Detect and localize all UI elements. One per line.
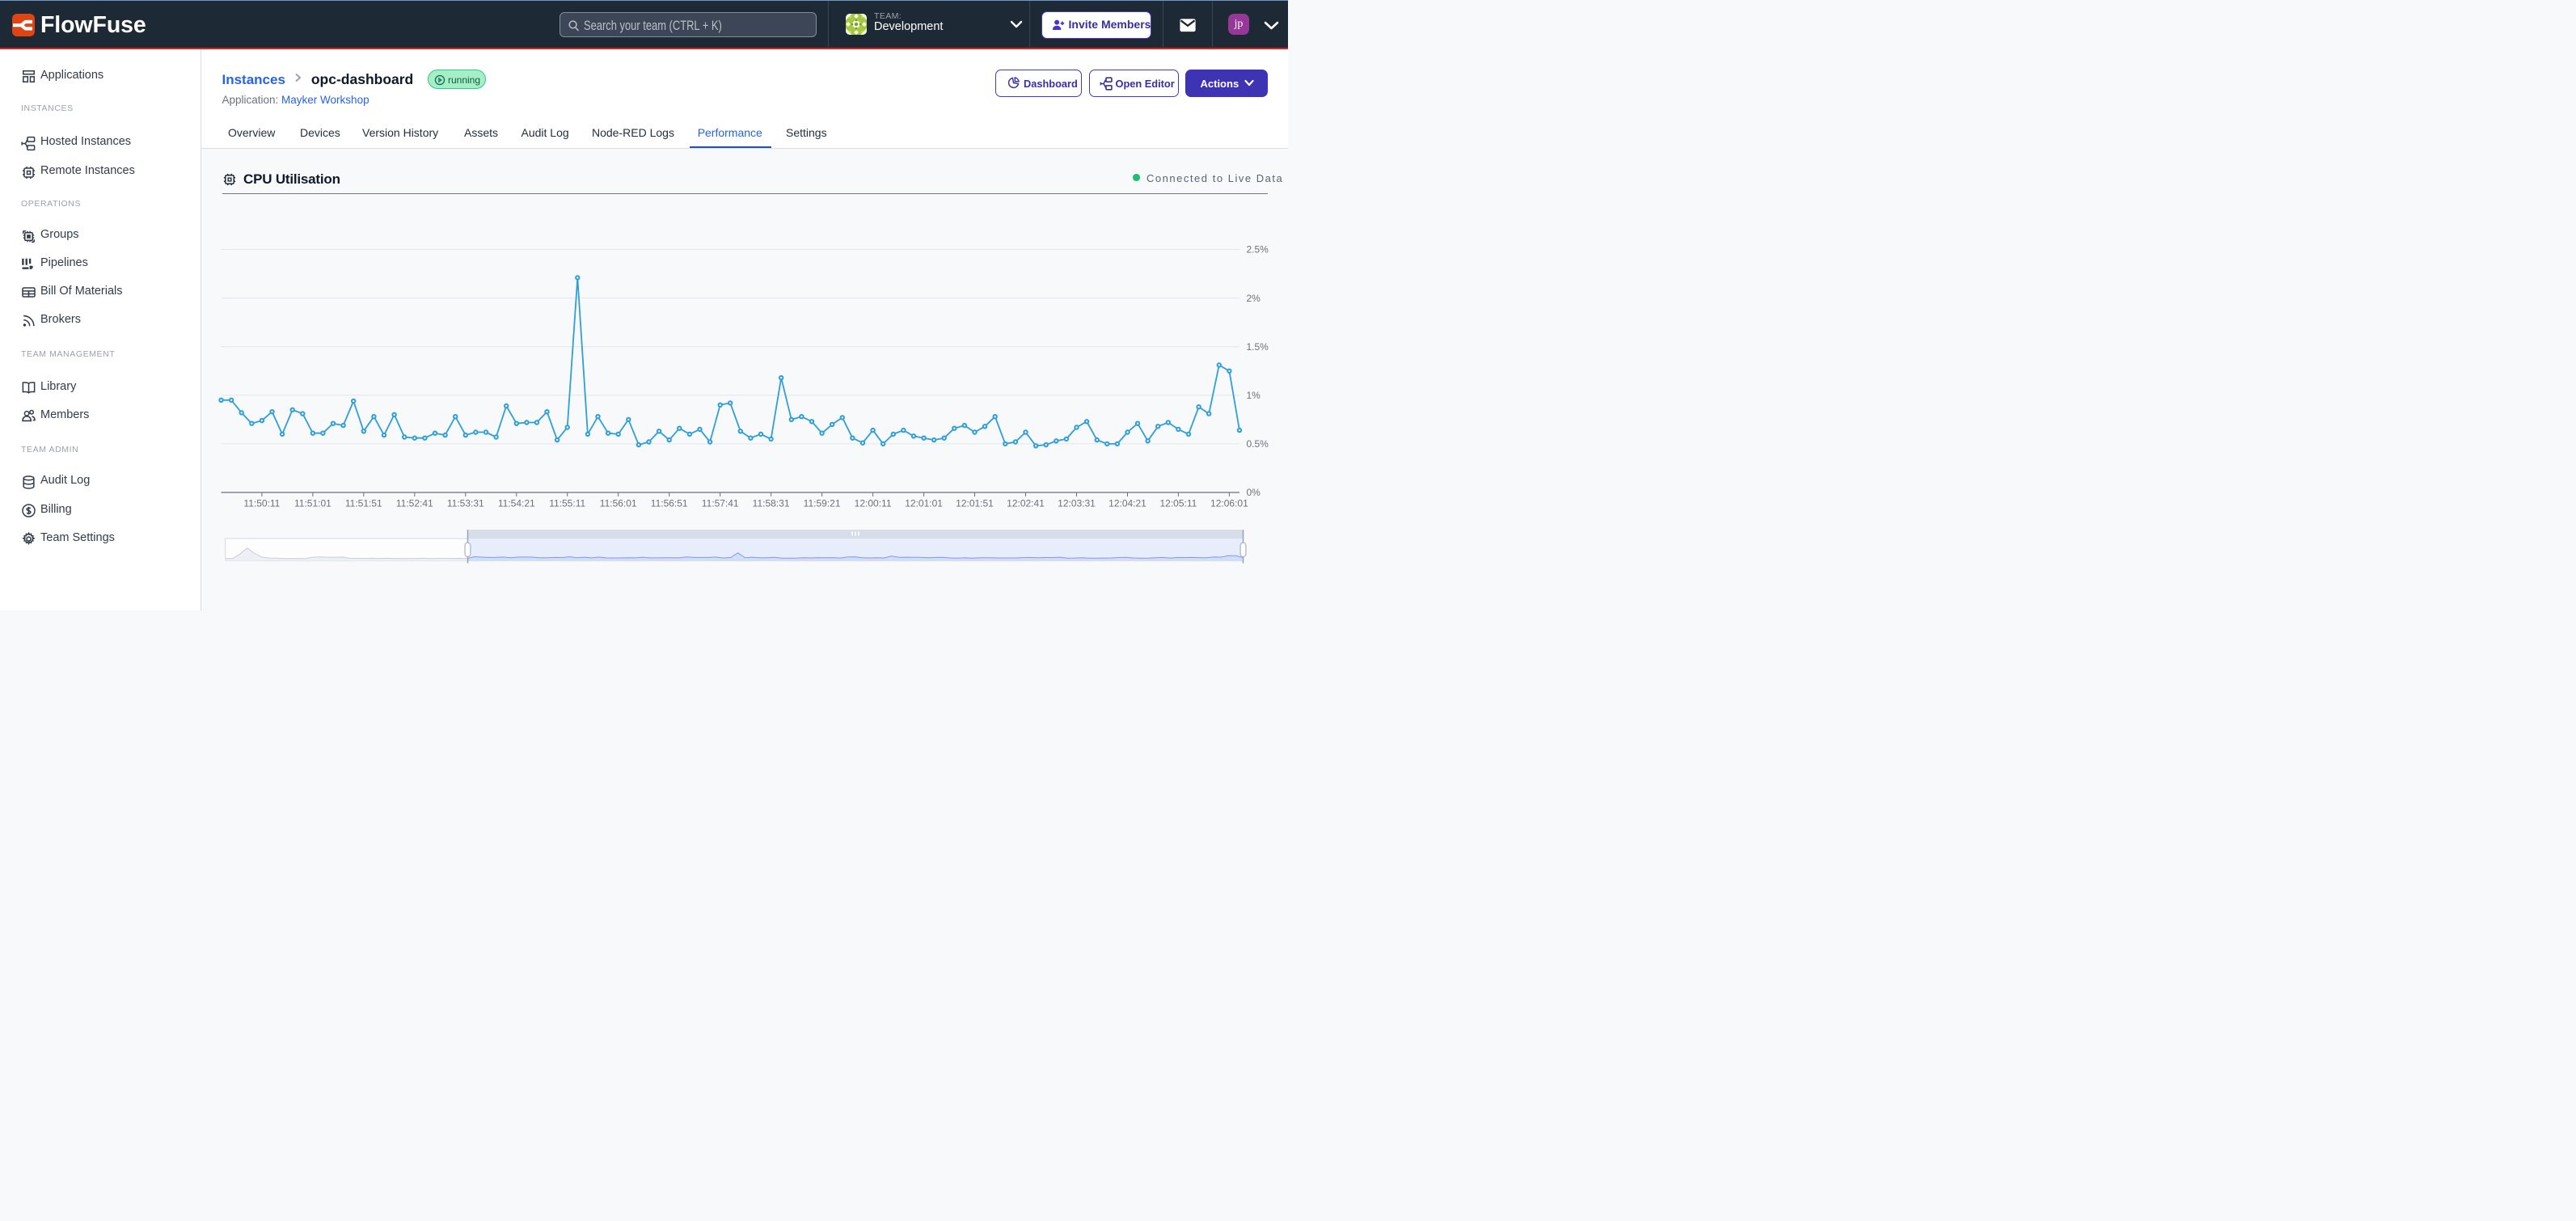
svg-text:12:00:11: 12:00:11 [855,498,892,509]
svg-text:11:59:21: 11:59:21 [804,498,841,509]
svg-text:11:55:11: 11:55:11 [549,498,585,509]
svg-text:12:02:41: 12:02:41 [1007,498,1045,509]
svg-text:11:57:41: 11:57:41 [702,498,739,509]
svg-text:11:56:01: 11:56:01 [600,498,637,509]
svg-text:1%: 1% [1247,390,1261,401]
svg-text:2%: 2% [1247,293,1261,304]
svg-text:11:56:51: 11:56:51 [651,498,688,509]
svg-text:0.5%: 0.5% [1247,438,1269,450]
svg-text:12:01:51: 12:01:51 [956,498,994,509]
svg-text:12:06:01: 12:06:01 [1210,498,1248,509]
svg-text:11:51:01: 11:51:01 [294,498,332,509]
svg-text:11:52:41: 11:52:41 [396,498,433,509]
svg-text:12:04:21: 12:04:21 [1109,498,1147,509]
svg-text:12:01:01: 12:01:01 [905,498,943,509]
svg-text:2.5%: 2.5% [1247,244,1269,256]
svg-text:11:50:11: 11:50:11 [243,498,280,509]
svg-text:11:51:51: 11:51:51 [345,498,382,509]
svg-text:11:54:21: 11:54:21 [498,498,535,509]
svg-text:12:03:31: 12:03:31 [1058,498,1096,509]
svg-text:1.5%: 1.5% [1247,341,1269,353]
svg-text:12:05:11: 12:05:11 [1159,498,1197,509]
svg-text:0%: 0% [1247,487,1261,498]
svg-text:11:58:31: 11:58:31 [753,498,790,509]
svg-text:11:53:31: 11:53:31 [447,498,484,509]
